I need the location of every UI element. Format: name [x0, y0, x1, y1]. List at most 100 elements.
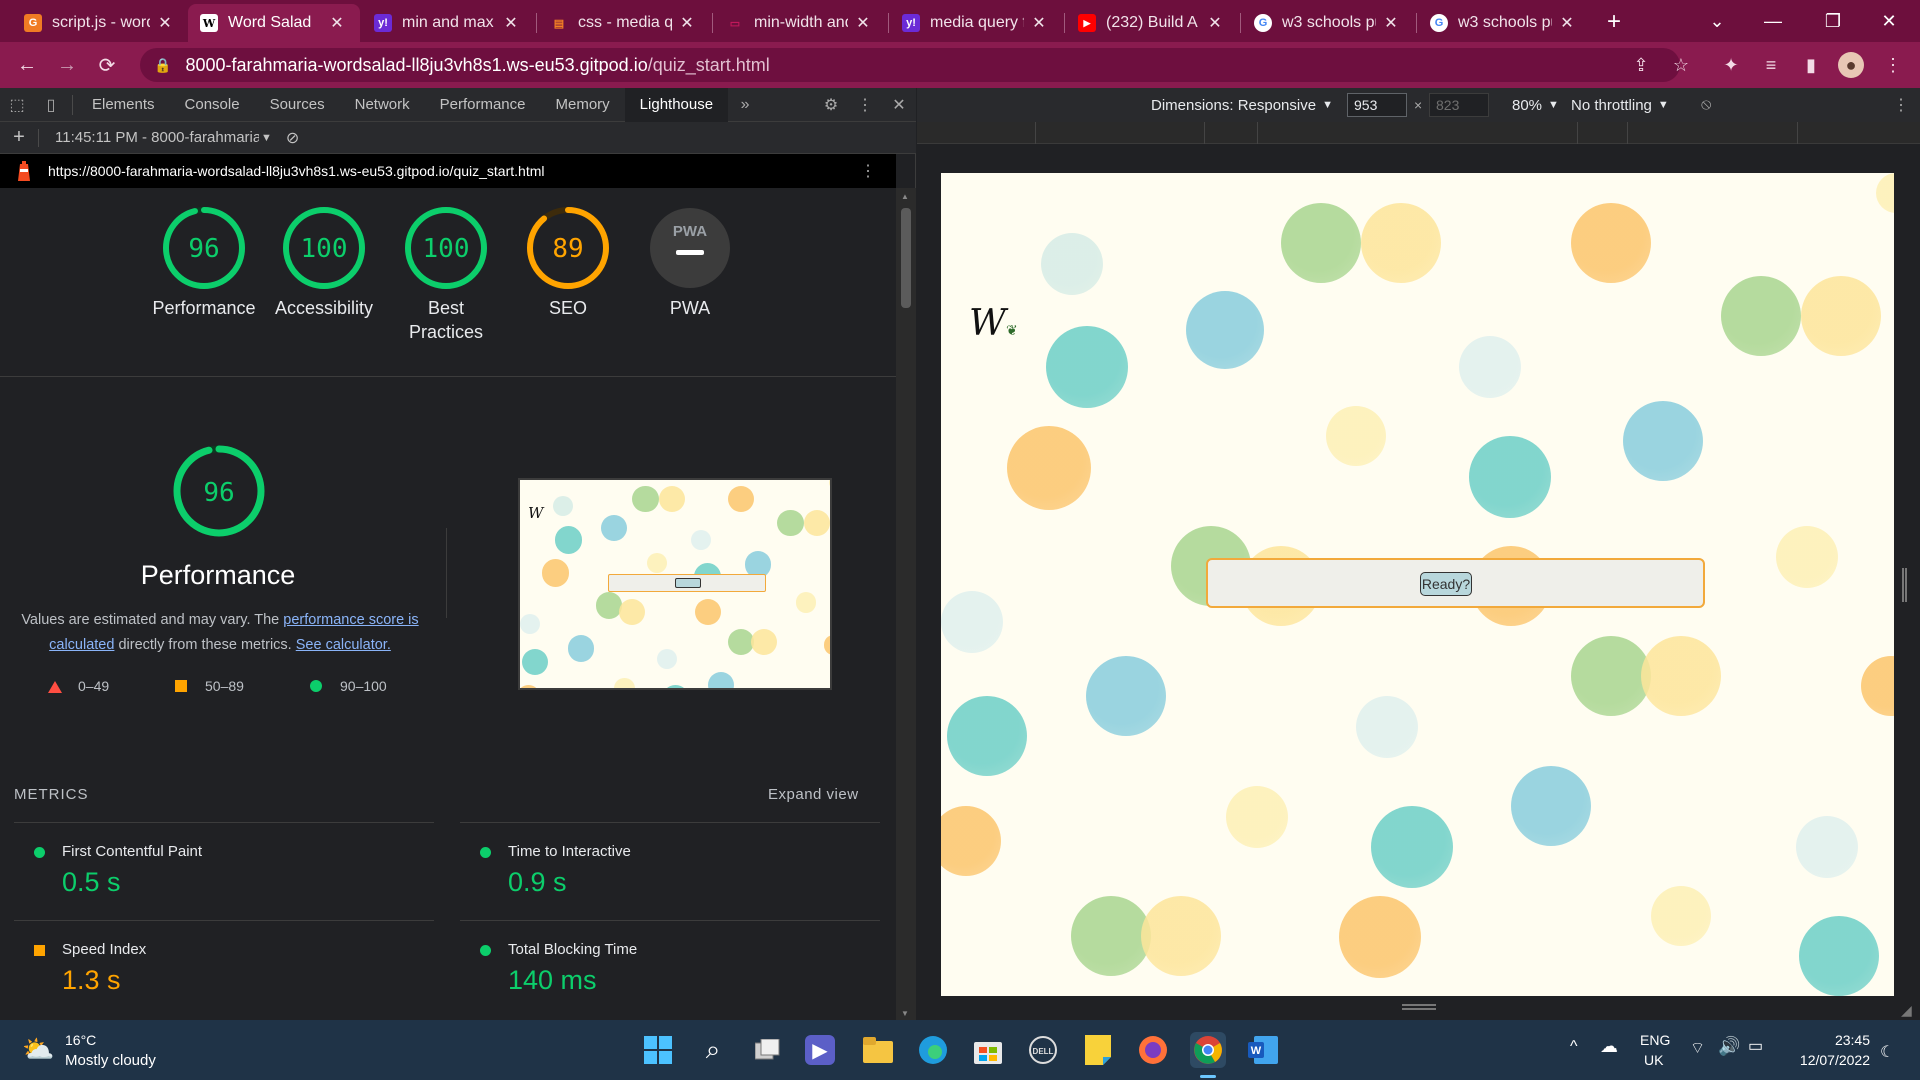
battery-icon[interactable]: ▭	[1748, 1036, 1763, 1056]
close-devtools-icon[interactable]: ✕	[882, 88, 916, 122]
browser-tab[interactable]: y! min and max ✕	[362, 4, 534, 42]
dimensions-dropdown[interactable]: Dimensions: Responsive ▼	[1151, 97, 1333, 114]
height-input[interactable]: 823	[1429, 93, 1489, 117]
resize-corner-icon[interactable]: ◢	[1901, 1002, 1912, 1019]
volume-icon[interactable]: 🔊	[1718, 1036, 1740, 1057]
device-toggle-icon[interactable]: ▯	[34, 88, 68, 122]
report-selector[interactable]: 11:45:11 PM - 8000-farahmaria	[55, 129, 259, 146]
tab-elements[interactable]: Elements	[77, 88, 170, 122]
bookmark-star-icon[interactable]: ☆	[1668, 52, 1694, 78]
expand-view-toggle[interactable]: Expand view	[768, 786, 859, 803]
gauge-seo[interactable]: 89 SEO	[508, 206, 628, 320]
close-icon[interactable]: ✕	[1206, 14, 1224, 32]
browser-tab[interactable]: y! media query fo ✕	[890, 4, 1062, 42]
dell-icon[interactable]: DELL	[1025, 1032, 1061, 1068]
close-icon[interactable]: ✕	[1558, 14, 1576, 32]
region-code[interactable]: UK	[1644, 1052, 1663, 1068]
tab-console[interactable]: Console	[170, 88, 255, 122]
media-query-ruler[interactable]	[917, 122, 1920, 144]
close-icon[interactable]: ✕	[328, 14, 346, 32]
tab-memory[interactable]: Memory	[541, 88, 625, 122]
gauge-best-practices[interactable]: 100 Best Practices	[386, 206, 506, 344]
scroll-up-arrow-icon[interactable]: ▲	[901, 192, 909, 201]
browser-tab[interactable]: ▶ (232) Build A ✕	[1066, 4, 1238, 42]
menu-kebab-icon[interactable]: ⋮	[1880, 52, 1906, 78]
task-view-icon[interactable]	[750, 1032, 786, 1068]
browser-tab-active[interactable]: W Word Salad ✕	[188, 4, 360, 42]
gauge-pwa[interactable]: PWA PWA	[630, 206, 750, 320]
address-bar[interactable]: 🔒 8000-farahmaria-wordsalad-ll8ju3vh8s1.…	[140, 48, 1680, 82]
report-menu-icon[interactable]: ⋮	[860, 161, 876, 181]
resize-handle-bottom[interactable]	[1402, 1004, 1436, 1010]
dropdown-caret-icon[interactable]: ▼	[261, 132, 272, 144]
devtools-menu-icon[interactable]: ⋮	[848, 88, 882, 122]
browser-tab[interactable]: G w3 schools pu ✕	[1418, 4, 1590, 42]
back-arrow-icon[interactable]: ←	[12, 50, 42, 80]
chrome-icon[interactable]	[1190, 1032, 1226, 1068]
minimize-button[interactable]: —	[1750, 6, 1796, 36]
microsoft-store-icon[interactable]	[970, 1032, 1006, 1068]
settings-gear-icon[interactable]: ⚙	[814, 88, 848, 122]
close-icon[interactable]: ✕	[854, 14, 872, 32]
gauge-performance[interactable]: 96 Performance	[144, 206, 264, 320]
gauge-accessibility[interactable]: 100 Accessibility	[264, 206, 384, 320]
onedrive-cloud-icon[interactable]: ☁	[1600, 1036, 1618, 1057]
restore-button[interactable]: ❐	[1810, 6, 1856, 36]
lock-icon[interactable]: 🔒	[154, 57, 171, 74]
ready-button[interactable]: Ready?	[1420, 572, 1472, 596]
notifications-icon[interactable]: ☾	[1880, 1042, 1894, 1062]
sticky-notes-icon[interactable]	[1080, 1032, 1116, 1068]
start-windows-icon[interactable]	[640, 1032, 676, 1068]
edge-browser-icon[interactable]	[915, 1032, 951, 1068]
close-icon[interactable]: ✕	[1382, 14, 1400, 32]
tab-sources[interactable]: Sources	[255, 88, 340, 122]
share-icon[interactable]: ⇪	[1628, 52, 1654, 78]
close-icon[interactable]: ✕	[678, 14, 696, 32]
new-report-plus-icon[interactable]: +	[0, 126, 38, 149]
wifi-icon[interactable]: ⌔	[1690, 1038, 1705, 1058]
word-icon[interactable]: W	[1245, 1032, 1281, 1068]
weather-temperature[interactable]: 16°C	[65, 1032, 96, 1048]
search-icon[interactable]: ⌕	[695, 1032, 731, 1068]
more-tabs-chevron-icon[interactable]: »	[728, 88, 762, 122]
reload-icon[interactable]: ⟳	[92, 50, 122, 80]
forward-arrow-icon[interactable]: →	[52, 50, 82, 80]
width-input[interactable]: 953	[1347, 93, 1407, 117]
teams-chat-icon[interactable]: ▶	[805, 1035, 835, 1065]
file-explorer-icon[interactable]	[860, 1032, 896, 1068]
tab-performance[interactable]: Performance	[425, 88, 541, 122]
new-tab-button[interactable]: +	[1600, 8, 1628, 36]
close-icon[interactable]: ✕	[502, 14, 520, 32]
show-hidden-icons-chevron-icon[interactable]: ^	[1570, 1038, 1578, 1056]
report-scrollbar[interactable]: ▲ ▼	[896, 188, 916, 1020]
tab-search-chevron-icon[interactable]: ⌄	[1694, 6, 1740, 36]
final-screenshot-thumbnail[interactable]: W	[518, 478, 832, 690]
close-icon[interactable]: ✕	[156, 14, 174, 32]
device-menu-icon[interactable]: ⋮	[1893, 95, 1909, 115]
weather-description[interactable]: Mostly cloudy	[65, 1052, 156, 1069]
extensions-puzzle-icon[interactable]: ✦	[1718, 52, 1744, 78]
close-window-button[interactable]: ✕	[1866, 6, 1912, 36]
scroll-down-arrow-icon[interactable]: ▼	[901, 1009, 909, 1018]
firefox-icon[interactable]	[1135, 1032, 1171, 1068]
close-icon[interactable]: ✕	[1030, 14, 1048, 32]
weather-cloud-sun-icon[interactable]: ⛅	[22, 1034, 54, 1065]
browser-tab[interactable]: ▭ min-width and ✕	[714, 4, 886, 42]
media-queue-icon[interactable]: ≡	[1758, 52, 1784, 78]
clock-time[interactable]: 23:45	[1800, 1032, 1870, 1048]
clock-date[interactable]: 12/07/2022	[1790, 1052, 1870, 1068]
throttling-dropdown[interactable]: No throttling ▼	[1571, 97, 1669, 114]
zoom-dropdown[interactable]: 80% ▼	[1512, 97, 1559, 114]
rotate-icon[interactable]: ⦸	[1701, 96, 1711, 114]
see-calculator-link[interactable]: See calculator.	[296, 637, 391, 653]
profile-avatar[interactable]: ●	[1838, 52, 1864, 78]
clear-reports-icon[interactable]: ⊘	[286, 128, 299, 148]
tab-lighthouse[interactable]: Lighthouse	[624, 87, 729, 122]
tab-network[interactable]: Network	[340, 88, 425, 122]
browser-tab[interactable]: G w3 schools pu ✕	[1242, 4, 1414, 42]
resize-handle-right[interactable]	[1902, 568, 1907, 602]
side-panel-icon[interactable]: ▮	[1798, 52, 1824, 78]
scrollbar-thumb[interactable]	[901, 208, 911, 308]
browser-tab[interactable]: ▤ css - media qu ✕	[538, 4, 710, 42]
language-code[interactable]: ENG	[1640, 1032, 1670, 1048]
